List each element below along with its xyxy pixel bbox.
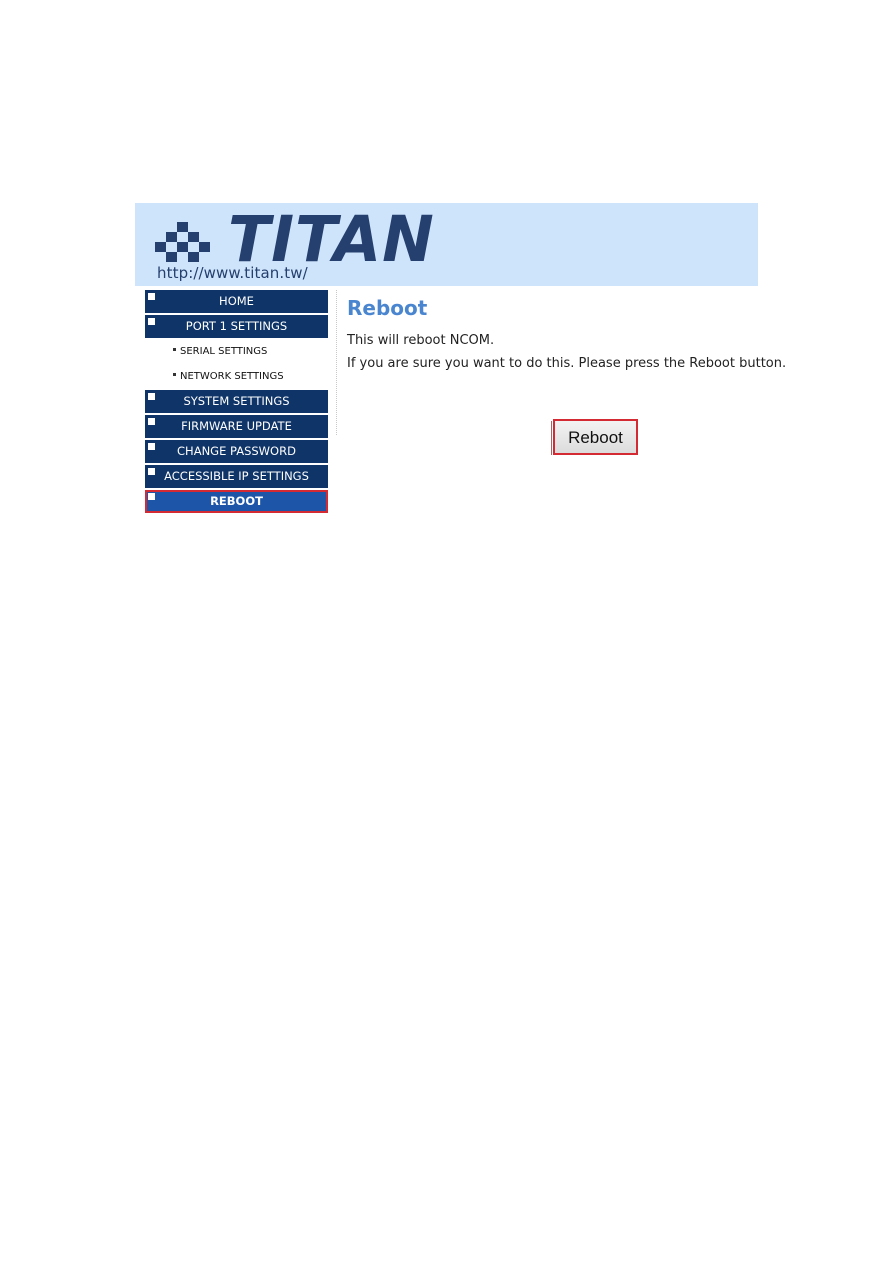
bullet-dot-icon bbox=[173, 347, 176, 351]
bullet-dot-icon bbox=[173, 372, 176, 376]
sidebar-item-accessible-ip-settings[interactable]: ACCESSIBLE IP SETTINGS bbox=[145, 465, 328, 488]
bullet-square-icon bbox=[148, 468, 155, 475]
sidebar-item-label: SYSTEM SETTINGS bbox=[183, 394, 290, 408]
sidebar-item-firmware-update[interactable]: FIRMWARE UPDATE bbox=[145, 415, 328, 438]
sidebar-item-label: REBOOT bbox=[210, 494, 263, 508]
sidebar-subitem-label: SERIAL SETTINGS bbox=[180, 346, 268, 357]
bullet-square-icon bbox=[148, 393, 155, 400]
sidebar-item-change-password[interactable]: CHANGE PASSWORD bbox=[145, 440, 328, 463]
bullet-square-icon bbox=[148, 493, 155, 500]
sidebar-item-label: ACCESSIBLE IP SETTINGS bbox=[164, 469, 309, 483]
reboot-button[interactable]: Reboot bbox=[553, 419, 638, 455]
sidebar-item-system-settings[interactable]: SYSTEM SETTINGS bbox=[145, 390, 328, 413]
bullet-square-icon bbox=[148, 443, 155, 450]
description-line-1: This will reboot NCOM. bbox=[347, 333, 495, 348]
bullet-square-icon bbox=[148, 293, 155, 300]
sidebar-item-label: PORT 1 SETTINGS bbox=[185, 319, 288, 333]
sidebar-item-home[interactable]: HOME bbox=[145, 290, 328, 313]
brand-url: http://www.titan.tw/ bbox=[157, 264, 308, 282]
sidebar-subitem-label: NETWORK SETTINGS bbox=[180, 371, 284, 382]
sidebar-item-reboot[interactable]: REBOOT bbox=[145, 490, 328, 513]
description-line-2: If you are sure you want to do this. Ple… bbox=[347, 356, 787, 371]
sidebar-item-label: FIRMWARE UPDATE bbox=[181, 419, 292, 433]
bullet-square-icon bbox=[148, 418, 155, 425]
sidebar-menu: HOME PORT 1 SETTINGS SERIAL SETTINGS NET… bbox=[145, 290, 328, 515]
content-divider bbox=[336, 290, 337, 435]
sidebar-subitem-network-settings[interactable]: NETWORK SETTINGS bbox=[145, 365, 328, 390]
sidebar-item-port1-settings[interactable]: PORT 1 SETTINGS bbox=[145, 315, 328, 338]
page-title: Reboot bbox=[347, 296, 428, 320]
sidebar-item-label: HOME bbox=[219, 294, 254, 308]
checkerboard-diamond-icon bbox=[155, 222, 211, 264]
sidebar-item-label: CHANGE PASSWORD bbox=[177, 444, 296, 458]
bullet-square-icon bbox=[148, 318, 155, 325]
sidebar-subitem-serial-settings[interactable]: SERIAL SETTINGS bbox=[145, 340, 328, 365]
